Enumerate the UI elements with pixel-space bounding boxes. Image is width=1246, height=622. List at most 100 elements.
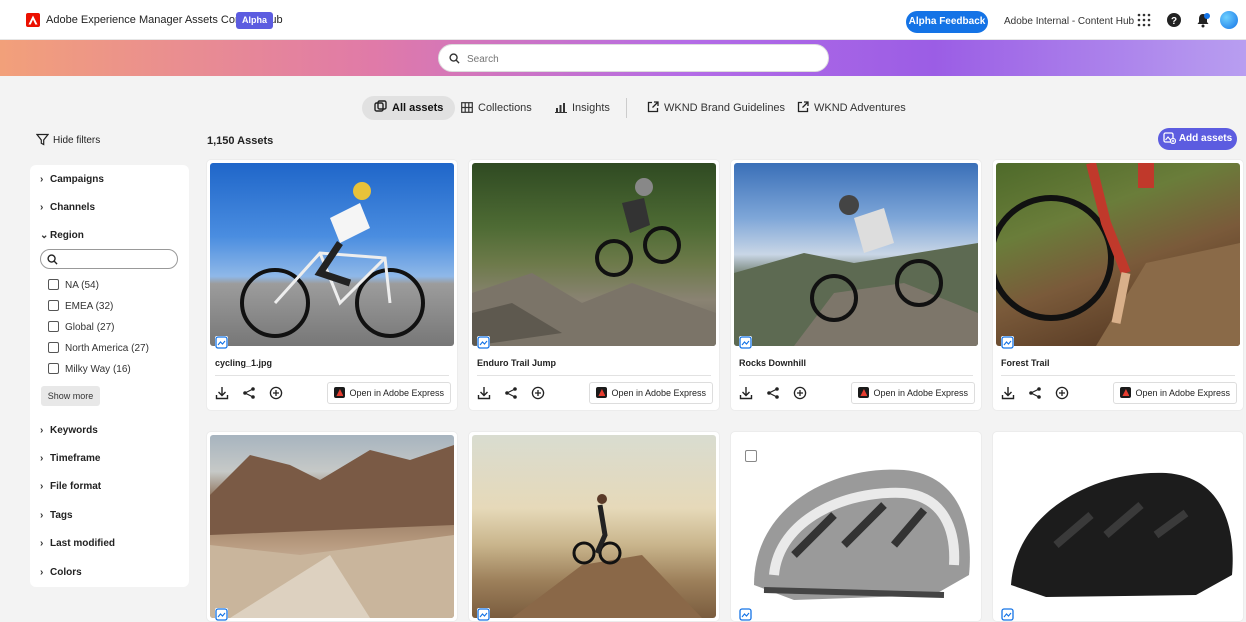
add-assets-button[interactable]: Add assets: [1158, 128, 1237, 150]
filter-last-modified[interactable]: › Last modified: [40, 538, 115, 549]
adobe-express-icon: [858, 387, 870, 398]
asset-card[interactable]: Enduro Trail Jump Open in Adobe Express: [468, 159, 720, 411]
image-type-icon: [1001, 336, 1014, 349]
asset-card[interactable]: [992, 431, 1244, 622]
chevron-right-icon: ›: [40, 425, 44, 436]
asset-card[interactable]: [206, 431, 458, 622]
search-bar[interactable]: [438, 44, 829, 72]
tab-collections[interactable]: Collections: [461, 96, 532, 120]
add-to-collection-icon[interactable]: [269, 386, 283, 400]
tab-label: All assets: [392, 102, 444, 114]
asset-card[interactable]: Rocks Downhill Open in Adobe Express: [730, 159, 982, 411]
alpha-feedback-button[interactable]: Alpha Feedback: [906, 11, 988, 33]
filter-label: Colors: [50, 567, 82, 578]
region-option-na[interactable]: NA (54): [48, 279, 99, 291]
asset-thumbnail[interactable]: [210, 163, 454, 346]
add-to-collection-icon[interactable]: [1055, 386, 1069, 400]
share-icon[interactable]: [1028, 386, 1042, 400]
asset-count: 1,150 Assets: [207, 135, 274, 147]
filter-label: Campaigns: [50, 174, 104, 185]
asset-select-checkbox[interactable]: [745, 450, 757, 462]
option-count: (27): [96, 322, 115, 333]
tab-label: WKND Adventures: [814, 102, 906, 114]
asset-card[interactable]: cycling_1.jpg Open in Adobe Express: [206, 159, 458, 411]
filter-campaigns[interactable]: › Campaigns: [40, 174, 104, 185]
add-to-collection-icon[interactable]: [793, 386, 807, 400]
assets-icon: [374, 100, 387, 112]
filter-colors[interactable]: › Colors: [40, 567, 82, 578]
image-type-icon: [215, 608, 228, 621]
tab-wknd-brand-guidelines[interactable]: WKND Brand Guidelines: [647, 96, 785, 120]
open-in-adobe-express-button[interactable]: Open in Adobe Express: [589, 382, 713, 404]
download-icon[interactable]: [739, 386, 753, 400]
option-label: North America: [65, 343, 129, 354]
tab-all-assets[interactable]: All assets: [362, 96, 456, 120]
option-count: (32): [95, 301, 114, 312]
card-divider: [215, 375, 449, 376]
filter-label: Region: [50, 230, 84, 241]
avatar[interactable]: [1220, 11, 1238, 29]
asset-card[interactable]: Forest Trail Open in Adobe Express: [992, 159, 1244, 411]
option-count: (16): [112, 364, 131, 375]
asset-card[interactable]: [730, 431, 982, 622]
search-input[interactable]: [467, 50, 807, 68]
filter-region[interactable]: ⌄ Region: [40, 230, 84, 241]
asset-thumbnail[interactable]: [996, 435, 1240, 618]
checkbox[interactable]: [48, 321, 59, 332]
adobe-logo-icon: [26, 13, 40, 27]
hide-filters-button[interactable]: Hide filters: [35, 133, 100, 146]
open-in-adobe-express-button[interactable]: Open in Adobe Express: [327, 382, 451, 404]
express-label: Open in Adobe Express: [1135, 388, 1230, 398]
insights-icon: [555, 103, 567, 113]
region-option-global[interactable]: Global (27): [48, 321, 114, 333]
add-to-collection-icon[interactable]: [531, 386, 545, 400]
express-label: Open in Adobe Express: [873, 388, 968, 398]
tab-insights[interactable]: Insights: [555, 96, 610, 120]
filter-file-format[interactable]: › File format: [40, 481, 101, 492]
asset-thumbnail[interactable]: [996, 163, 1240, 346]
search-icon: [47, 254, 58, 265]
external-link-icon: [797, 101, 809, 113]
download-icon[interactable]: [477, 386, 491, 400]
region-search-input[interactable]: [40, 249, 178, 269]
filter-keywords[interactable]: › Keywords: [40, 425, 98, 436]
asset-thumbnail[interactable]: [472, 163, 716, 346]
app-switcher-icon[interactable]: [1136, 12, 1152, 28]
image-type-icon: [739, 336, 752, 349]
option-label: Milky Way: [65, 364, 111, 375]
option-label: NA: [65, 280, 79, 291]
open-in-adobe-express-button[interactable]: Open in Adobe Express: [1113, 382, 1237, 404]
filter-channels[interactable]: › Channels: [40, 202, 95, 213]
asset-thumbnail[interactable]: [734, 435, 978, 618]
checkbox[interactable]: [48, 363, 59, 374]
open-in-adobe-express-button[interactable]: Open in Adobe Express: [851, 382, 975, 404]
asset-card[interactable]: [468, 431, 720, 622]
region-option-north-america[interactable]: North America (27): [48, 342, 149, 354]
notifications-icon[interactable]: [1195, 12, 1211, 28]
tab-wknd-adventures[interactable]: WKND Adventures: [797, 96, 906, 120]
filter-label: Tags: [50, 510, 73, 521]
card-divider: [477, 375, 711, 376]
checkbox[interactable]: [48, 300, 59, 311]
external-link-icon: [647, 101, 659, 113]
filter-tags[interactable]: › Tags: [40, 510, 73, 521]
org-switcher[interactable]: Adobe Internal - Content Hub: [1004, 16, 1134, 27]
share-icon[interactable]: [242, 386, 256, 400]
collections-icon: [461, 102, 473, 113]
region-option-milky-way[interactable]: Milky Way (16): [48, 363, 131, 375]
card-divider: [1001, 375, 1235, 376]
region-option-emea[interactable]: EMEA (32): [48, 300, 113, 312]
share-icon[interactable]: [766, 386, 780, 400]
checkbox[interactable]: [48, 342, 59, 353]
download-icon[interactable]: [1001, 386, 1015, 400]
asset-thumbnail[interactable]: [734, 163, 978, 346]
share-icon[interactable]: [504, 386, 518, 400]
checkbox[interactable]: [48, 279, 59, 290]
asset-thumbnail[interactable]: [210, 435, 454, 618]
show-more-button[interactable]: Show more: [41, 386, 100, 406]
download-icon[interactable]: [215, 386, 229, 400]
asset-thumbnail[interactable]: [472, 435, 716, 618]
help-icon[interactable]: ?: [1166, 12, 1182, 28]
filter-timeframe[interactable]: › Timeframe: [40, 453, 100, 464]
tab-label: Collections: [478, 102, 532, 114]
